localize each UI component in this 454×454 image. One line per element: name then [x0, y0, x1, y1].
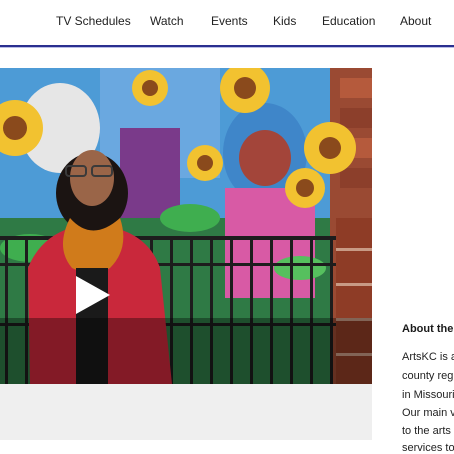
video-frame	[0, 68, 372, 384]
nav-about[interactable]: About	[400, 14, 431, 28]
about-text-line: services to	[402, 442, 454, 454]
nav-kids[interactable]: Kids	[273, 14, 296, 28]
nav-events[interactable]: Events	[211, 14, 248, 28]
about-text-line: in Missouri	[402, 389, 454, 401]
play-icon[interactable]	[70, 273, 114, 317]
video-caption-area	[0, 384, 372, 440]
nav-tv-schedules[interactable]: TV Schedules	[56, 14, 131, 28]
nav-watch[interactable]: Watch	[150, 14, 184, 28]
about-text-line: county reg	[402, 370, 454, 382]
about-text-line: to the arts	[402, 425, 451, 437]
about-text-line: ArtsKC is a	[402, 351, 454, 363]
top-navigation: TV Schedules Watch Events Kids Education…	[0, 0, 454, 44]
video-player[interactable]: 1x CC	[0, 68, 372, 384]
nav-education[interactable]: Education	[322, 14, 375, 28]
nav-divider-light	[0, 47, 454, 48]
about-heading: About the	[402, 323, 454, 335]
about-text-line: Our main v	[402, 407, 454, 419]
